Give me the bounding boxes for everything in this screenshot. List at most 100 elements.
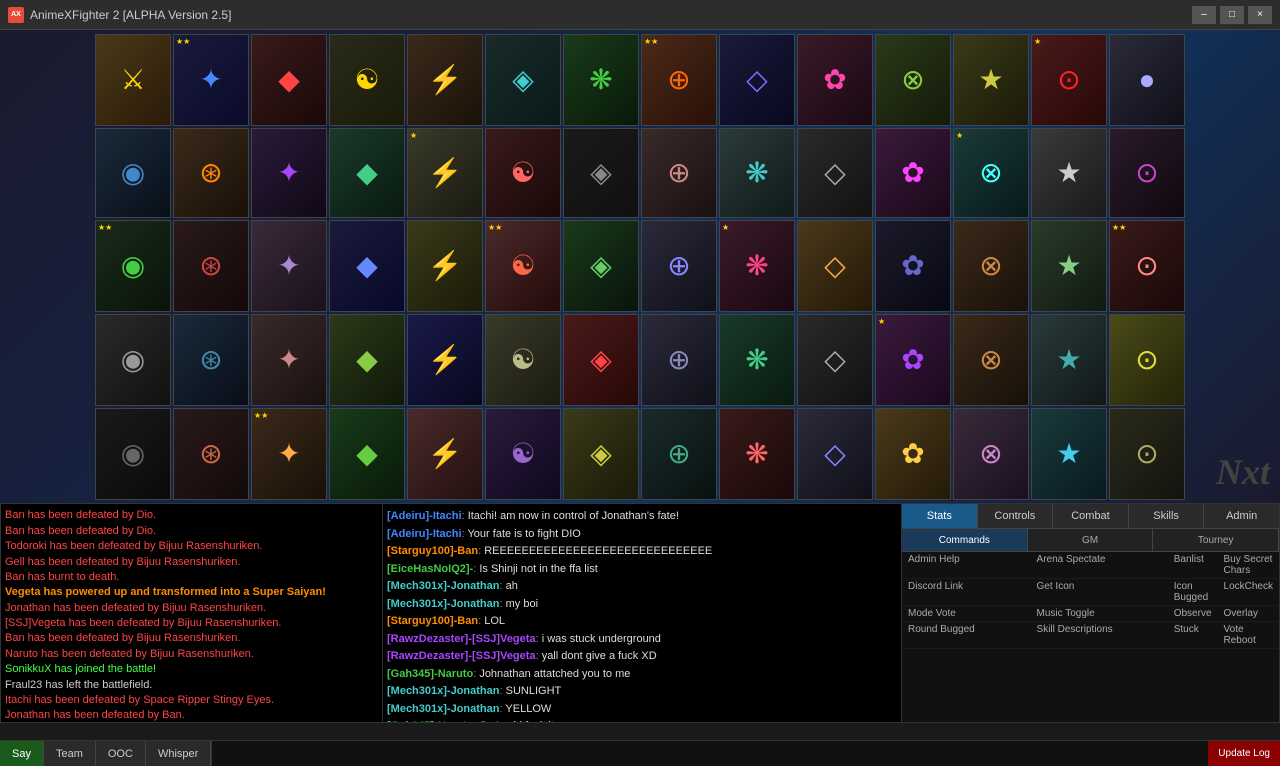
char-cell[interactable]: ◈ — [563, 128, 639, 218]
tab-whisper[interactable]: Whisper — [146, 741, 211, 766]
char-cell[interactable]: ◈ — [563, 220, 639, 312]
chat-area[interactable]: [Adeiru]-Itachi: Itachi! am now in contr… — [383, 503, 902, 723]
char-cell[interactable]: ◆ — [329, 314, 405, 406]
cmd-item[interactable]: Buy Secret Chars — [1218, 552, 1279, 579]
char-cell[interactable]: ☯ — [329, 34, 405, 126]
char-cell[interactable]: ◇ — [797, 314, 873, 406]
cmd-item[interactable]: Music Toggle — [1031, 606, 1168, 622]
char-cell[interactable]: ◉★★ — [95, 220, 171, 312]
char-cell[interactable]: ⊕ — [641, 220, 717, 312]
char-cell[interactable]: ⊙★ — [1031, 34, 1107, 126]
char-cell[interactable]: ⚔ — [95, 34, 171, 126]
char-cell[interactable]: ✦ — [251, 220, 327, 312]
cmd-item[interactable]: Discord Link — [902, 579, 1031, 606]
char-cell[interactable]: ❋★ — [719, 220, 795, 312]
char-cell[interactable]: ✿ — [875, 220, 951, 312]
char-cell[interactable]: ◇ — [797, 128, 873, 218]
cmd-item[interactable]: Observe — [1168, 606, 1218, 622]
char-cell[interactable]: ◆ — [329, 408, 405, 500]
tab-ooc[interactable]: OOC — [96, 741, 146, 766]
char-cell[interactable]: ◈ — [563, 408, 639, 500]
update-log-button[interactable]: Update Log — [1208, 741, 1280, 766]
cmd-item[interactable]: Banlist — [1168, 552, 1218, 579]
char-cell[interactable]: ◈ — [563, 314, 639, 406]
char-cell[interactable]: ✿ — [875, 128, 951, 218]
char-cell[interactable]: ⚡ — [407, 34, 483, 126]
char-cell[interactable]: ✿★ — [875, 314, 951, 406]
tab-say[interactable]: Say — [0, 741, 44, 766]
char-cell[interactable]: ● — [1109, 34, 1185, 126]
char-cell[interactable]: ✦ — [251, 128, 327, 218]
cmd-item[interactable]: Admin Help — [902, 552, 1031, 579]
char-cell[interactable]: ★ — [953, 34, 1029, 126]
char-cell[interactable]: ⊕ — [641, 128, 717, 218]
tab-team[interactable]: Team — [44, 741, 96, 766]
char-cell[interactable]: ⊗ — [953, 408, 1029, 500]
char-cell[interactable]: ✦★★ — [173, 34, 249, 126]
minimize-button[interactable]: – — [1192, 6, 1216, 24]
char-cell[interactable]: ⚡★ — [407, 128, 483, 218]
char-cell[interactable]: ◆ — [251, 34, 327, 126]
char-cell[interactable]: ⊙ — [1109, 408, 1185, 500]
char-cell[interactable]: ★ — [1031, 128, 1107, 218]
char-cell[interactable]: ⊗ — [875, 34, 951, 126]
char-cell[interactable]: ★ — [1031, 314, 1107, 406]
char-cell[interactable]: ⊗ — [953, 314, 1029, 406]
char-cell[interactable]: ✦ — [251, 314, 327, 406]
char-cell[interactable]: ☯★★ — [485, 220, 561, 312]
cmd-item[interactable]: Vote Reboot — [1218, 622, 1279, 649]
char-cell[interactable]: ☯ — [485, 128, 561, 218]
char-cell[interactable]: ◇ — [797, 408, 873, 500]
tab-combat[interactable]: Combat — [1053, 504, 1129, 528]
cmd-item[interactable]: Stuck — [1168, 622, 1218, 649]
char-cell[interactable]: ⊗ — [953, 220, 1029, 312]
tab-controls[interactable]: Controls — [978, 504, 1054, 528]
char-cell[interactable]: ⚡ — [407, 220, 483, 312]
tab-admin[interactable]: Admin — [1204, 504, 1279, 528]
char-cell[interactable]: ◇ — [719, 34, 795, 126]
char-cell[interactable]: ◉ — [95, 408, 171, 500]
cmd-item[interactable]: Arena Spectate — [1031, 552, 1168, 579]
chat-input[interactable] — [211, 741, 1208, 766]
char-cell[interactable]: ☯ — [485, 408, 561, 500]
char-cell[interactable]: ⊕ — [641, 314, 717, 406]
char-cell[interactable]: ⊗★ — [953, 128, 1029, 218]
char-cell[interactable]: ◉ — [95, 314, 171, 406]
char-cell[interactable]: ★ — [1031, 220, 1107, 312]
char-cell[interactable]: ❋ — [719, 408, 795, 500]
cmd-item[interactable]: Mode Vote — [902, 606, 1031, 622]
cmd-item[interactable]: Overlay — [1218, 606, 1279, 622]
cmd-item[interactable]: Skill Descriptions — [1031, 622, 1168, 649]
maximize-button[interactable]: □ — [1220, 6, 1244, 24]
sub-tab-commands[interactable]: Commands — [902, 529, 1028, 551]
char-cell[interactable]: ❋ — [719, 128, 795, 218]
char-cell[interactable]: ◈ — [485, 34, 561, 126]
char-cell[interactable]: ◉ — [95, 128, 171, 218]
char-cell[interactable]: ⚡ — [407, 314, 483, 406]
char-cell[interactable]: ⊛ — [173, 408, 249, 500]
sub-tab-gm[interactable]: GM — [1028, 529, 1154, 551]
char-cell[interactable]: ✿ — [797, 34, 873, 126]
char-cell[interactable]: ⊙ — [1109, 128, 1185, 218]
char-cell[interactable]: ⊛ — [173, 220, 249, 312]
close-button[interactable]: × — [1248, 6, 1272, 24]
char-cell[interactable]: ⊙ — [1109, 314, 1185, 406]
char-cell[interactable]: ⚡ — [407, 408, 483, 500]
tab-skills[interactable]: Skills — [1129, 504, 1205, 528]
char-cell[interactable]: ❋ — [563, 34, 639, 126]
char-cell[interactable]: ⊕★★ — [641, 34, 717, 126]
cmd-item[interactable]: LockCheck — [1218, 579, 1279, 606]
char-cell[interactable]: ⊛ — [173, 128, 249, 218]
sub-tab-tourney[interactable]: Tourney — [1153, 529, 1279, 551]
char-cell[interactable]: ✦★★ — [251, 408, 327, 500]
cmd-item[interactable]: Icon Bugged — [1168, 579, 1218, 606]
char-cell[interactable]: ✿ — [875, 408, 951, 500]
char-cell[interactable]: ◆ — [329, 220, 405, 312]
char-cell[interactable]: ⊕ — [641, 408, 717, 500]
char-cell[interactable]: ★ — [1031, 408, 1107, 500]
battle-log[interactable]: Ban has been defeated by Dio. Ban has be… — [0, 503, 383, 723]
char-cell[interactable]: ☯ — [485, 314, 561, 406]
cmd-item[interactable]: Round Bugged — [902, 622, 1031, 649]
char-cell[interactable]: ◇ — [797, 220, 873, 312]
char-cell[interactable]: ◆ — [329, 128, 405, 218]
